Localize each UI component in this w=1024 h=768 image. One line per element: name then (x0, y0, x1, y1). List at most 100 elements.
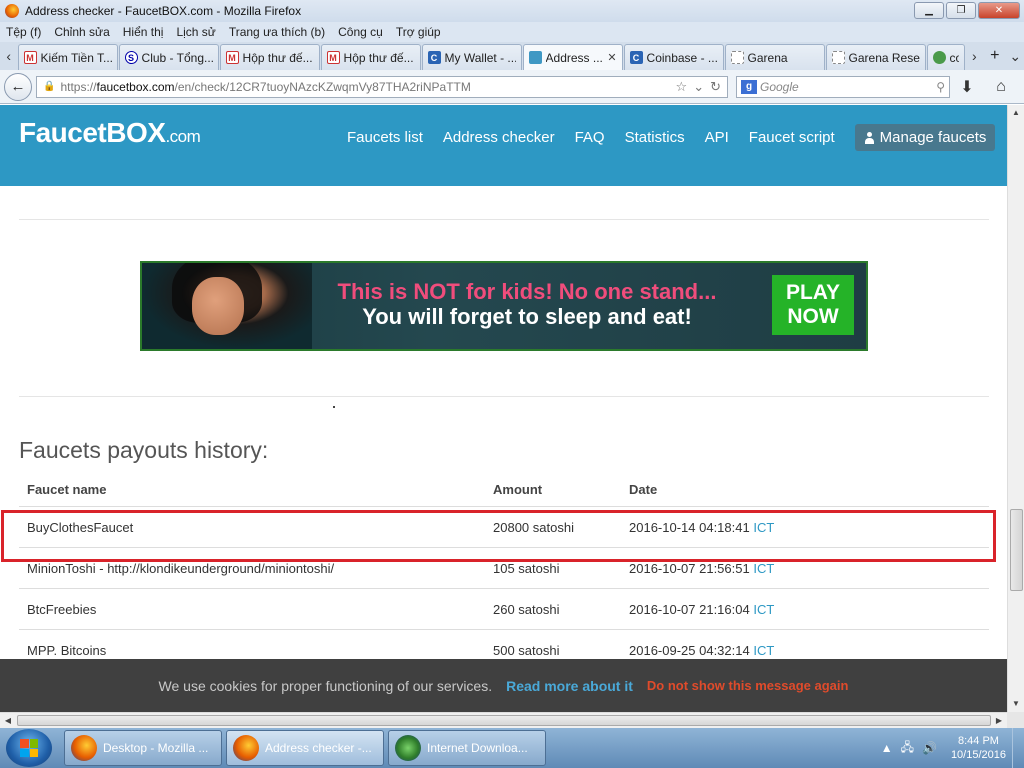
date-cell: 2016-10-14 04:18:41 ICT (629, 520, 989, 535)
tray-expand-icon[interactable]: ▲ (881, 741, 893, 755)
taskbar-item-label: Address checker -... (265, 741, 372, 755)
ad-subline: You will forget to sleep and eat! (362, 304, 692, 329)
date-value: 2016-10-07 21:16:04 (629, 601, 750, 617)
ad-cta-line1: PLAY (785, 281, 841, 304)
tab-2[interactable]: M Hộp thư đế... (219, 44, 320, 70)
start-button[interactable] (6, 729, 52, 767)
bookmark-star-icon[interactable]: ☆ (676, 79, 688, 95)
clock[interactable]: 8:44 PM 10/15/2016 (951, 734, 1006, 762)
window-titlebar: Address checker - FaucetBOX.com - Mozill… (0, 0, 1024, 22)
firefox-icon (5, 4, 19, 18)
scroll-left-icon[interactable]: ◀ (0, 713, 16, 729)
tab-0[interactable]: M Kiếm Tiền T... (17, 44, 118, 70)
volume-icon[interactable]: 🔊 (922, 741, 937, 755)
close-tab-icon[interactable]: ✕ (607, 51, 616, 64)
ad-banner[interactable]: This is NOT for kids! No one stand... Yo… (140, 261, 868, 351)
tab-1[interactable]: S Club - Tổng... (118, 44, 219, 70)
menu-file[interactable]: Tệp (f) (6, 25, 41, 39)
taskbar-items: Desktop - Mozilla ... Address checker -..… (52, 730, 546, 766)
divider (19, 396, 989, 397)
site-logo[interactable]: FaucetBOX.com (19, 117, 201, 149)
nav-faucet-script[interactable]: Faucet script (749, 129, 835, 146)
date-cell: 2016-10-07 21:56:51 ICT (629, 561, 989, 576)
tab-scroll-right-icon[interactable]: › (966, 42, 984, 70)
nav-address-checker[interactable]: Address checker (443, 129, 555, 146)
tab-5[interactable]: Address ... ✕ (522, 44, 623, 70)
leaf-icon (932, 51, 946, 64)
tab-label: Coinbase - ... (646, 50, 718, 65)
vertical-scrollbar[interactable]: ▲ ▼ (1007, 105, 1024, 712)
tab-label: Club - Tổng... (141, 50, 213, 65)
nav-faucets-list[interactable]: Faucets list (347, 129, 423, 146)
cookie-dismiss-link[interactable]: Do not show this message again (647, 678, 849, 693)
manage-faucets-label: Manage faucets (879, 129, 987, 146)
tab-scroll-left-icon[interactable]: ‹ (0, 42, 18, 70)
window-controls: ▁ ❐ ✕ (914, 2, 1020, 19)
menu-edit[interactable]: Chỉnh sửa (54, 25, 109, 39)
col-date: Date (629, 482, 658, 497)
menu-help[interactable]: Trợ giúp (396, 25, 441, 39)
show-desktop-button[interactable] (1012, 728, 1024, 768)
dot-icon (831, 51, 845, 64)
cookie-read-more-link[interactable]: Read more about it (506, 678, 633, 694)
taskbar-item-1[interactable]: Address checker -... (226, 730, 384, 766)
vertical-scroll-thumb[interactable] (1010, 509, 1023, 591)
download-icon[interactable]: ⬇ (950, 77, 984, 97)
table-row: MinionToshi - http://klondikeunderground… (19, 547, 989, 588)
menu-tools[interactable]: Công cụ (338, 25, 383, 39)
skype-icon: S (124, 51, 138, 64)
google-icon[interactable]: g (741, 79, 757, 94)
menu-history[interactable]: Lịch sử (176, 25, 215, 39)
cookie-message: We use cookies for proper functioning of… (158, 677, 493, 694)
tab-7[interactable]: Garena (724, 44, 825, 70)
system-tray: ▲ 🖧 🔊 8:44 PM 10/15/2016 (881, 728, 1024, 768)
maximize-button[interactable]: ❐ (946, 2, 976, 19)
timezone-link[interactable]: ICT (753, 561, 774, 576)
nav-faq[interactable]: FAQ (575, 129, 605, 146)
url-dropdown-icon[interactable]: ⌄ (693, 79, 704, 95)
tab-3[interactable]: M Hộp thư đế... (320, 44, 421, 70)
minimize-button[interactable]: ▁ (914, 2, 944, 19)
network-icon[interactable]: 🖧 (901, 738, 914, 759)
reload-icon[interactable]: ↻ (710, 79, 721, 95)
nav-api[interactable]: API (705, 129, 729, 146)
gmail-icon: M (23, 51, 37, 64)
fb-icon (528, 51, 542, 64)
nav-statistics[interactable]: Statistics (625, 129, 685, 146)
search-input[interactable]: g Google ⚲ (736, 75, 950, 98)
date-value: 2016-10-07 21:56:51 (629, 560, 750, 576)
tab-9[interactable]: co (926, 44, 965, 70)
ad-play-now-button[interactable]: PLAY NOW (772, 275, 854, 335)
tab-6[interactable]: C Coinbase - ... (623, 44, 724, 70)
tab-label: Address ... (545, 50, 603, 65)
timezone-link[interactable]: ICT (753, 520, 774, 535)
scroll-right-icon[interactable]: ▶ (991, 713, 1007, 729)
tab-8[interactable]: Garena Rese... (825, 44, 926, 70)
taskbar-item-2[interactable]: Internet Downloa... (388, 730, 546, 766)
col-amount: Amount (493, 482, 543, 497)
menu-view[interactable]: Hiển thị (123, 25, 164, 39)
scroll-up-icon[interactable]: ▲ (1008, 105, 1024, 121)
tab-4[interactable]: C My Wallet - ... (421, 44, 522, 70)
back-button[interactable]: ← (4, 72, 32, 101)
menu-bookmarks[interactable]: Trang ưa thích (b) (229, 25, 325, 39)
tab-list-dropdown-icon[interactable]: ⌄ (1006, 42, 1024, 70)
timezone-link[interactable]: ICT (753, 643, 774, 658)
new-tab-icon[interactable]: + (983, 42, 1006, 70)
manage-faucets-button[interactable]: Manage faucets (854, 124, 996, 151)
url-bar[interactable]: 🔒 https://faucetbox.com/en/check/12CR7tu… (36, 75, 728, 98)
close-window-button[interactable]: ✕ (978, 2, 1020, 19)
amount-cell: 500 satoshi (493, 642, 560, 658)
table-row: BtcFreebies 260 satoshi 2016-10-07 21:16:0… (19, 588, 989, 629)
date-value: 2016-10-14 04:18:41 (629, 519, 750, 535)
horizontal-scrollbar[interactable]: ◀ ▶ (0, 712, 1007, 728)
faucet-name-cell: MPP. Bitcoins (27, 642, 107, 658)
horizontal-scroll-thumb[interactable] (17, 715, 991, 726)
home-icon[interactable]: ⌂ (984, 78, 1018, 96)
scroll-down-icon[interactable]: ▼ (1008, 696, 1024, 712)
taskbar-item-0[interactable]: Desktop - Mozilla ... (64, 730, 222, 766)
clock-date: 10/15/2016 (950, 749, 1006, 761)
search-icon[interactable]: ⚲ (936, 80, 945, 94)
timezone-link[interactable]: ICT (753, 602, 774, 617)
tab-label: Garena (747, 50, 788, 65)
